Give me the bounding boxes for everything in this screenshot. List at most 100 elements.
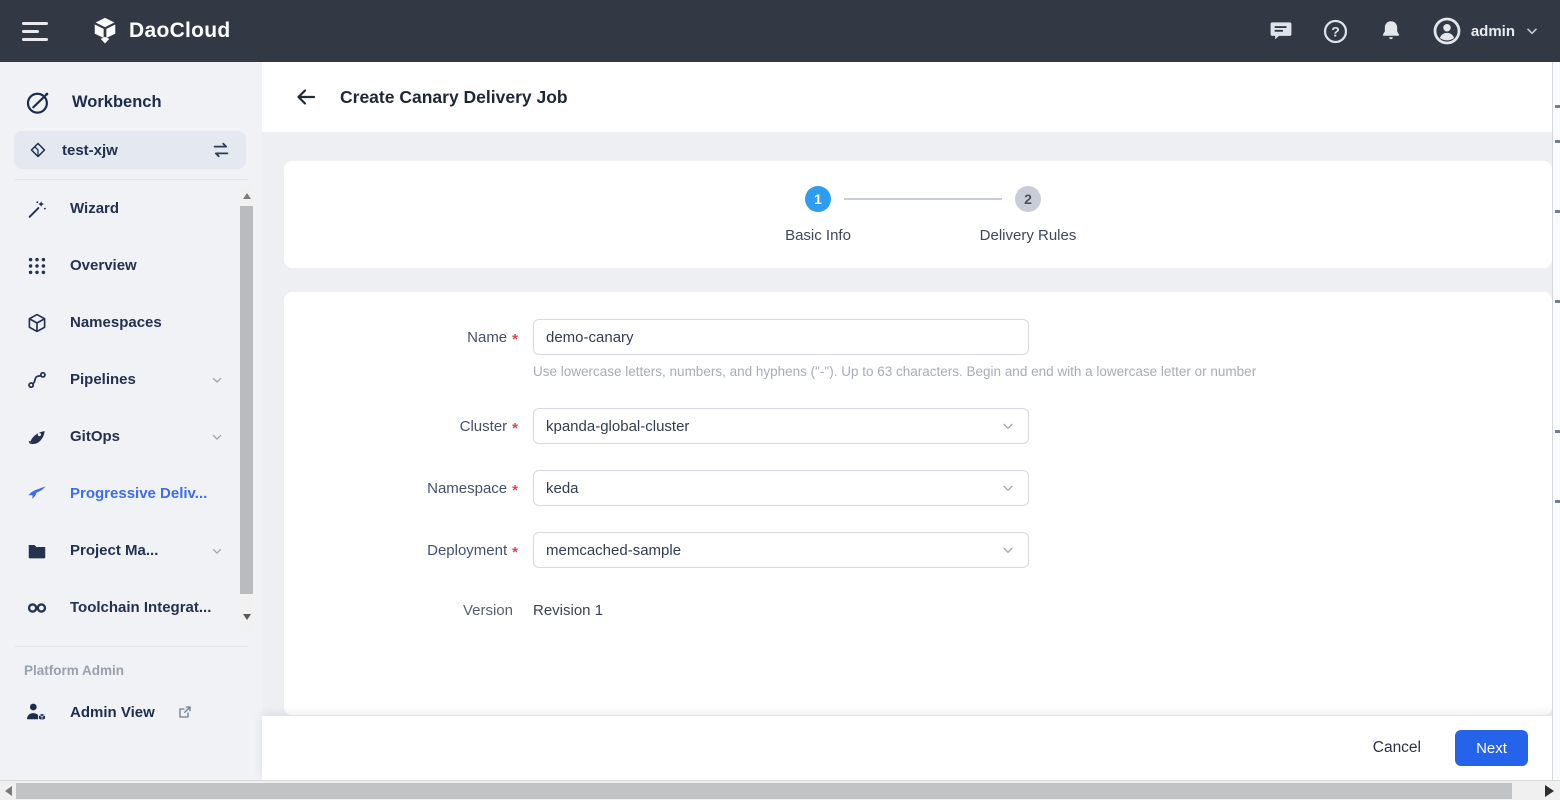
name-row: Name * — [284, 319, 1552, 355]
workspace-switcher[interactable]: test-xjw — [14, 131, 246, 169]
sidebar-scrollbar-thumb[interactable] — [240, 206, 253, 594]
cube-icon — [26, 312, 48, 334]
version-value: Revision 1 — [533, 602, 603, 619]
menu-icon[interactable] — [22, 20, 50, 42]
deployment-row: Deployment * memcached-sample — [284, 532, 1552, 568]
sidebar-item-gitops[interactable]: GitOps — [0, 408, 262, 465]
chevron-down-icon — [210, 430, 224, 444]
sidebar-item-label: Overview — [70, 257, 137, 274]
external-link-icon — [177, 704, 193, 720]
bird-icon — [26, 483, 48, 505]
chevron-down-icon — [1000, 542, 1016, 558]
version-row: Version Revision 1 — [284, 602, 1552, 619]
cluster-select-value: kpanda-global-cluster — [546, 418, 1000, 435]
required-asterisk: * — [512, 331, 518, 348]
sidebar-item-project-management[interactable]: Project Ma... — [0, 522, 262, 579]
version-label: Version — [463, 602, 513, 619]
stepper-card: 1 2 Basic Info Delivery Rules — [284, 161, 1552, 268]
name-label: Name — [467, 329, 507, 346]
step-connector-line — [844, 198, 1002, 200]
step-1-label: Basic Info — [738, 227, 898, 244]
workbench-icon — [24, 88, 52, 116]
namespace-row: Namespace * keda — [284, 470, 1552, 506]
step-1-circle: 1 — [805, 186, 831, 212]
sidebar-item-overview[interactable]: Overview — [0, 237, 262, 294]
back-icon[interactable] — [294, 85, 318, 109]
notification-bell-icon[interactable] — [1377, 17, 1405, 45]
clipped-content-sliver — [1552, 62, 1560, 780]
next-button[interactable]: Next — [1455, 730, 1528, 766]
name-help-text: Use lowercase letters, numbers, and hyph… — [533, 364, 1552, 379]
scroll-right-arrow[interactable] — [1545, 785, 1554, 797]
sidebar-item-admin-view[interactable]: Admin View — [0, 700, 262, 724]
sidebar-item-label: Project Ma... — [70, 542, 158, 559]
cluster-row: Cluster * kpanda-global-cluster — [284, 408, 1552, 444]
step-2-label: Delivery Rules — [928, 227, 1128, 244]
page-header: Create Canary Delivery Job — [262, 62, 1552, 132]
svg-text:?: ? — [1332, 23, 1341, 39]
scroll-down-arrow[interactable] — [243, 614, 251, 620]
sidebar-item-label: Pipelines — [70, 371, 136, 388]
brand-logo[interactable]: DaoCloud — [90, 16, 231, 46]
sidebar-item-label: Wizard — [70, 200, 119, 217]
workbench-title: Workbench — [72, 93, 162, 112]
required-asterisk: * — [512, 544, 518, 561]
form-footer: Cancel Next — [262, 716, 1552, 780]
folder-icon — [26, 540, 48, 562]
wand-icon — [26, 198, 48, 220]
admin-user-icon — [24, 700, 48, 724]
scroll-left-arrow[interactable] — [5, 786, 12, 796]
horizontal-scrollbar[interactable] — [0, 780, 1560, 800]
chevron-down-icon — [210, 373, 224, 387]
cluster-select[interactable]: kpanda-global-cluster — [533, 408, 1029, 444]
avatar — [1432, 16, 1462, 46]
scroll-up-arrow[interactable] — [243, 193, 251, 199]
chevron-down-icon — [210, 544, 224, 558]
sidebar: Workbench test-xjw Wizard — [0, 62, 262, 780]
basic-info-form-card: Name * Use lowercase letters, numbers, a… — [284, 292, 1552, 715]
chevron-down-icon — [1524, 23, 1540, 39]
workbench-header[interactable]: Workbench — [0, 62, 262, 116]
user-name: admin — [1471, 23, 1515, 40]
infinity-icon — [26, 597, 48, 619]
grid-dots-icon — [26, 255, 48, 277]
deployment-select[interactable]: memcached-sample — [533, 532, 1029, 568]
admin-view-label: Admin View — [70, 704, 155, 721]
sidebar-item-label: Namespaces — [70, 314, 162, 331]
topbar-actions: ? admin — [1267, 16, 1540, 46]
main-content: Create Canary Delivery Job 1 2 Basic Inf… — [262, 62, 1552, 780]
namespace-select[interactable]: keda — [533, 470, 1029, 506]
sidebar-scrollbar[interactable] — [240, 186, 253, 632]
sidebar-item-pipelines[interactable]: Pipelines — [0, 351, 262, 408]
message-icon[interactable] — [1267, 17, 1295, 45]
sidebar-item-label: Toolchain Integrat... — [70, 599, 211, 616]
cluster-label: Cluster — [460, 418, 508, 435]
chevron-down-icon — [1000, 418, 1016, 434]
rocket-icon — [26, 426, 48, 448]
cancel-button[interactable]: Cancel — [1373, 739, 1421, 757]
workspace-name: test-xjw — [62, 142, 210, 159]
swap-workspace-icon[interactable] — [210, 139, 232, 161]
platform-admin-section-label: Platform Admin — [0, 647, 262, 678]
daocloud-logo-icon — [90, 16, 120, 46]
chevron-down-icon — [1000, 480, 1016, 496]
deployment-label: Deployment — [427, 542, 507, 559]
topbar: DaoCloud ? — [0, 0, 1560, 62]
deployment-select-value: memcached-sample — [546, 542, 1000, 559]
sidebar-item-label: GitOps — [70, 428, 120, 445]
required-asterisk: * — [512, 482, 518, 499]
workspace-gem-icon — [28, 140, 48, 160]
user-menu[interactable]: admin — [1432, 16, 1540, 46]
namespace-label: Namespace — [427, 480, 507, 497]
help-icon[interactable]: ? — [1322, 17, 1350, 45]
sidebar-item-progressive-delivery[interactable]: Progressive Deliv... — [0, 465, 262, 522]
brand-name: DaoCloud — [129, 19, 231, 43]
step-2-circle: 2 — [1015, 186, 1041, 212]
horizontal-scrollbar-thumb[interactable] — [16, 783, 1512, 799]
page-title: Create Canary Delivery Job — [340, 87, 568, 108]
sidebar-item-namespaces[interactable]: Namespaces — [0, 294, 262, 351]
required-asterisk: * — [512, 420, 518, 437]
name-input[interactable] — [533, 319, 1029, 355]
sidebar-item-toolchain-integration[interactable]: Toolchain Integrat... — [0, 579, 262, 636]
sidebar-item-wizard[interactable]: Wizard — [0, 180, 262, 237]
